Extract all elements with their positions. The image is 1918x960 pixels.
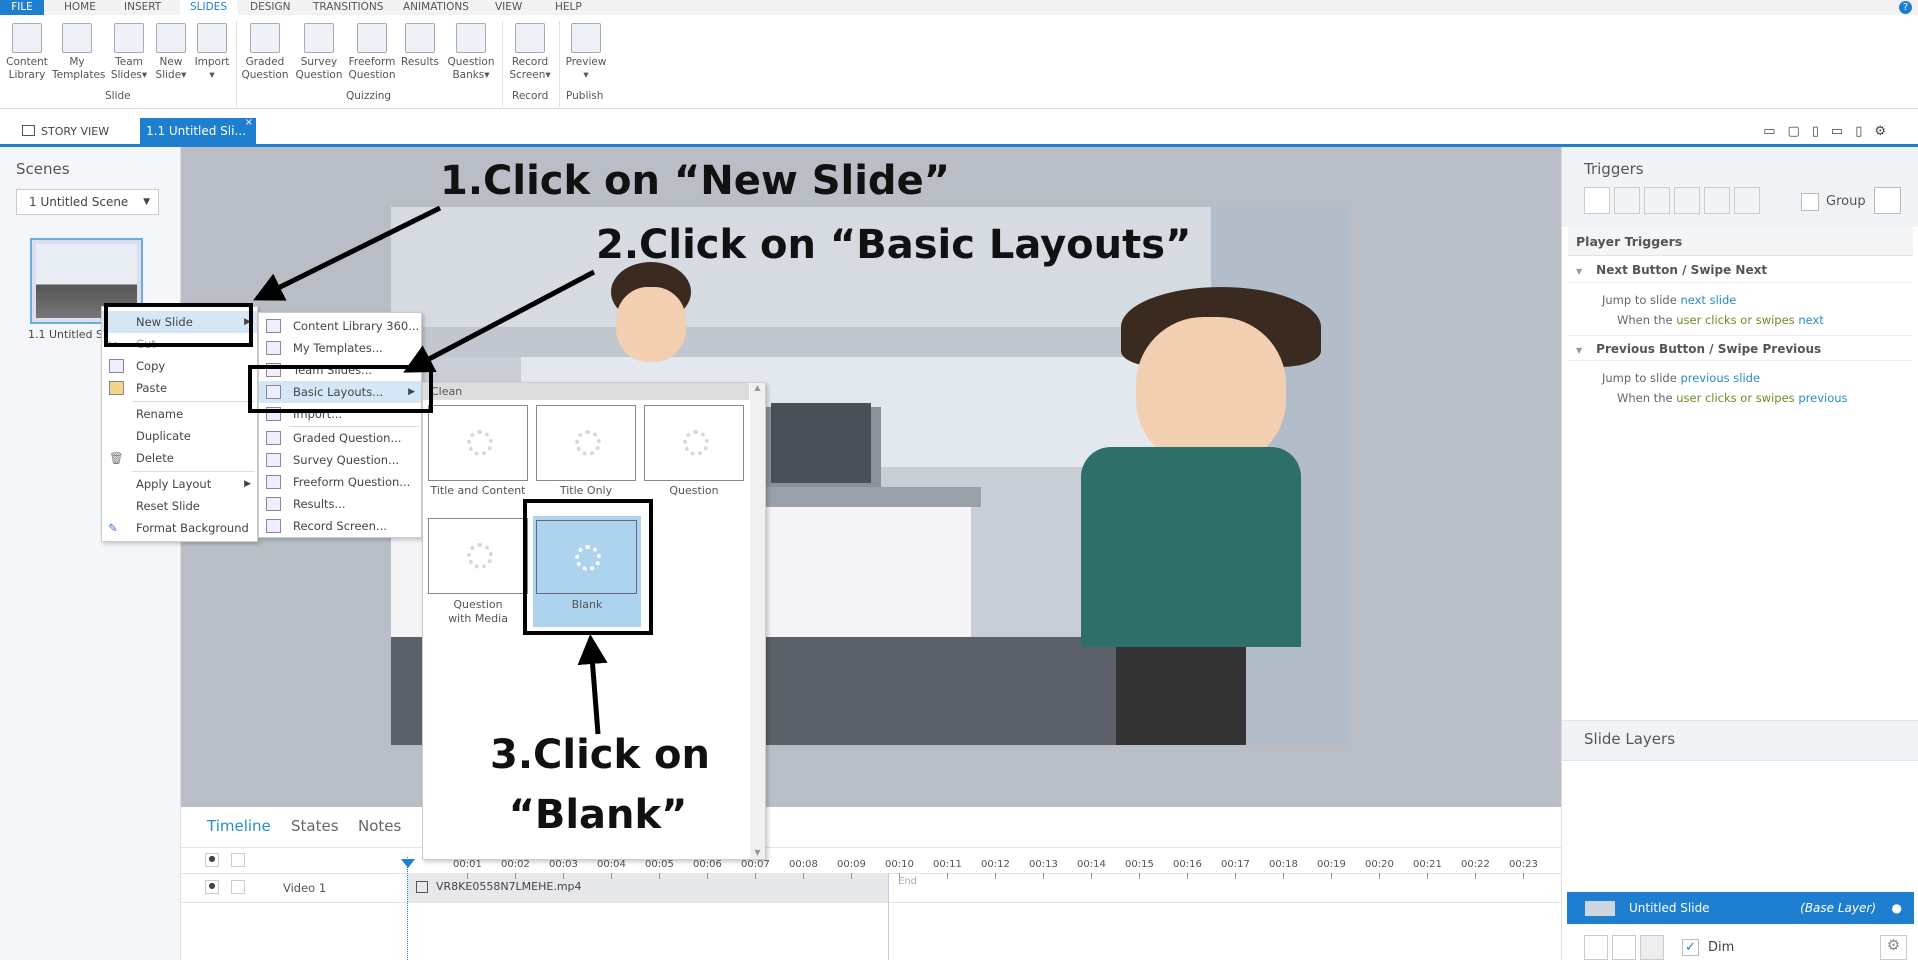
highlight-basic-layouts xyxy=(248,365,433,413)
arrow-step1 xyxy=(253,205,442,301)
arrow-step2 xyxy=(403,269,596,373)
annotation-step1: 1.Click on “New Slide” xyxy=(440,158,950,204)
annotation-step3-line1: 3.Click on xyxy=(490,732,710,778)
highlight-blank xyxy=(523,499,653,635)
annotation-step2: 2.Click on “Basic Layouts” xyxy=(596,222,1192,268)
annotation-arrows xyxy=(253,205,608,735)
annotation-step3-line2: “Blank” xyxy=(508,792,688,838)
highlight-new-slide xyxy=(104,303,253,347)
arrow-step3 xyxy=(577,634,608,735)
